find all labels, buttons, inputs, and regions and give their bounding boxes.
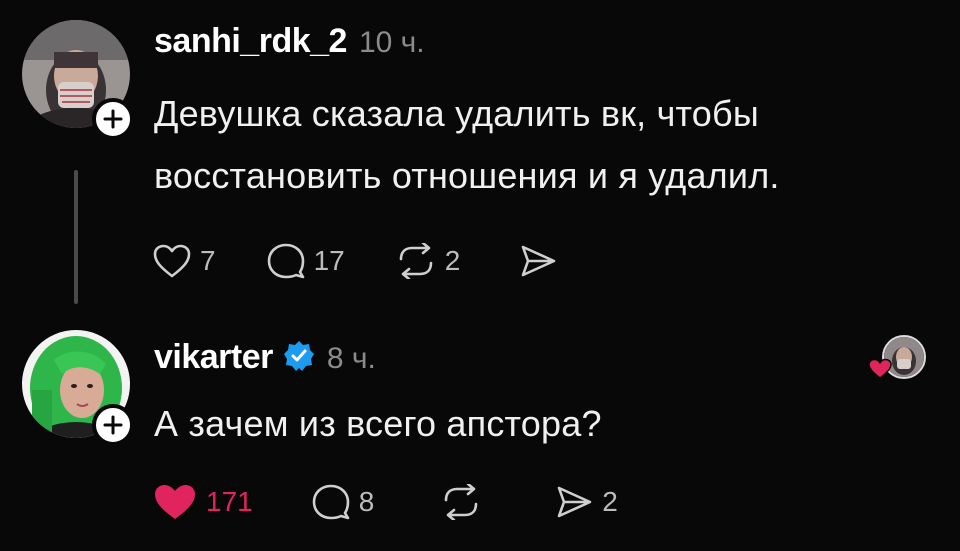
author-liked-heart-icon — [868, 358, 892, 385]
username[interactable]: sanhi_rdk_2 — [154, 22, 347, 61]
heart-icon — [153, 244, 191, 278]
action-bar-sanhi: 7 17 2 — [152, 242, 566, 280]
repost-button[interactable]: 2 — [395, 243, 461, 279]
repost-button[interactable] — [440, 484, 490, 520]
repost-icon — [444, 484, 478, 520]
share-button[interactable]: 2 — [554, 484, 618, 520]
post-time: 8 ч. — [326, 342, 376, 375]
comment-icon — [267, 243, 304, 279]
post-text-sanhi: Девушка сказала удалить вк, чтобы восста… — [154, 86, 780, 204]
post-time: 10 ч. — [358, 26, 425, 59]
share-button[interactable] — [518, 243, 566, 279]
comment-count: 17 — [313, 245, 345, 276]
post-text-line: А зачем из всего апстора? — [154, 403, 602, 444]
repost-count: 2 — [444, 245, 461, 276]
post-text-line: Девушка сказала удалить вк, чтобы — [154, 93, 759, 134]
comment-button[interactable]: 17 — [266, 242, 345, 280]
share-count: 2 — [602, 486, 618, 517]
comment-icon — [312, 484, 350, 520]
post-header-sanhi: sanhi_rdk_2 10 ч. — [154, 22, 425, 61]
repost-icon — [399, 243, 433, 279]
like-button[interactable]: 7 — [152, 243, 216, 279]
post-header-vikarter: vikarter 8 ч. — [154, 336, 376, 377]
send-icon — [522, 245, 556, 277]
follow-button-sanhi[interactable] — [92, 98, 134, 140]
like-button[interactable]: 171 — [152, 482, 253, 522]
post-text-line: восстановить отношения и я удалил. — [154, 155, 780, 196]
verified-badge-icon — [283, 340, 315, 377]
action-bar-vikarter: 171 8 2 — [152, 482, 618, 522]
like-count: 7 — [200, 245, 216, 276]
follow-button-vikarter[interactable] — [92, 404, 134, 446]
plus-icon — [103, 415, 123, 435]
post-text-vikarter: А зачем из всего апстора? — [154, 396, 602, 452]
plus-icon — [103, 109, 123, 129]
thread-connector — [74, 170, 78, 304]
heart-filled-icon — [155, 485, 195, 519]
comment-button[interactable]: 8 — [311, 483, 375, 521]
send-icon — [557, 486, 592, 518]
username[interactable]: vikarter — [154, 338, 273, 377]
like-count: 171 — [206, 486, 253, 517]
comment-count: 8 — [358, 486, 375, 517]
